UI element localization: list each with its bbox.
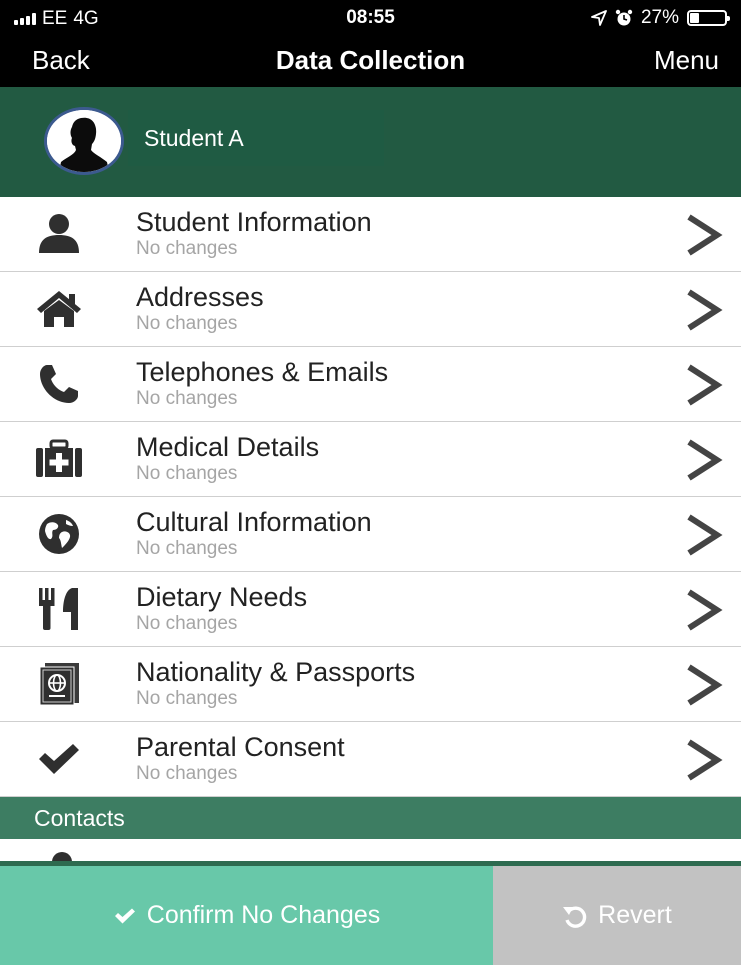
confirm-no-changes-button[interactable]: Confirm No Changes bbox=[0, 866, 493, 965]
student-name: Student A bbox=[144, 125, 244, 151]
list-item-subtitle: No changes bbox=[136, 313, 238, 334]
list-item-title: Parental Consent bbox=[136, 732, 345, 762]
cutlery-icon bbox=[34, 586, 84, 632]
list-item-title: Dietary Needs bbox=[136, 582, 308, 612]
page-title: Data Collection bbox=[275, 45, 466, 75]
phone-screen: EE 4G 08:55 27% Back Data Collection Men… bbox=[0, 0, 741, 965]
battery-percent: 27% bbox=[640, 7, 679, 28]
list-item-addresses[interactable]: Addresses No changes bbox=[0, 272, 741, 347]
battery-icon bbox=[687, 10, 730, 26]
passport-icon bbox=[34, 661, 84, 707]
list-item-title: Cultural Information bbox=[136, 507, 372, 537]
chevron-right-icon bbox=[687, 214, 723, 256]
checkmark-icon bbox=[114, 908, 135, 923]
list-item-title: Telephones & Emails bbox=[136, 357, 389, 387]
home-icon bbox=[34, 286, 84, 332]
person-silhouette-icon bbox=[47, 110, 121, 172]
list-item-subtitle: No changes bbox=[136, 613, 238, 634]
chevron-right-icon bbox=[687, 664, 723, 706]
medical-kit-icon bbox=[34, 436, 84, 482]
list-item-cultural-information[interactable]: Cultural Information No changes bbox=[0, 497, 741, 572]
list-item-subtitle: No changes bbox=[136, 538, 238, 559]
list-item-subtitle: No changes bbox=[136, 388, 238, 409]
user-icon bbox=[34, 211, 84, 257]
location-arrow-icon bbox=[591, 10, 607, 26]
bottom-action-bar: Confirm No Changes Revert bbox=[0, 861, 741, 965]
menu-button[interactable]: Menu bbox=[654, 45, 719, 76]
chevron-right-icon bbox=[687, 739, 723, 781]
list-item-telephones-emails[interactable]: Telephones & Emails No changes bbox=[0, 347, 741, 422]
list-item-title: Student Information bbox=[136, 207, 372, 237]
list-item-title: Addresses bbox=[136, 282, 264, 312]
chevron-right-icon bbox=[687, 589, 723, 631]
list-item-parental-consent[interactable]: Parental Consent No changes bbox=[0, 722, 741, 797]
list-item-title: Nationality & Passports bbox=[136, 657, 416, 687]
nav-bar: Back Data Collection Menu bbox=[0, 38, 741, 87]
undo-icon bbox=[563, 905, 587, 928]
list-item-subtitle: No changes bbox=[136, 688, 238, 709]
list-item-medical-details[interactable]: Medical Details No changes bbox=[0, 422, 741, 497]
list-item-subtitle: No changes bbox=[136, 463, 238, 484]
status-bar: EE 4G 08:55 27% bbox=[0, 0, 741, 38]
list-item-subtitle: No changes bbox=[136, 238, 238, 259]
battery-fill bbox=[690, 13, 699, 23]
sections-list: Student Information No changes Addresses… bbox=[0, 197, 741, 797]
checkmark-icon bbox=[34, 736, 84, 782]
revert-button[interactable]: Revert bbox=[493, 866, 741, 965]
revert-label: Revert bbox=[598, 901, 672, 929]
chevron-right-icon bbox=[687, 364, 723, 406]
phone-icon bbox=[34, 361, 84, 407]
chevron-right-icon bbox=[687, 289, 723, 331]
list-item-title: Medical Details bbox=[136, 432, 320, 462]
student-name-box: Student A bbox=[128, 110, 384, 166]
globe-icon bbox=[34, 511, 84, 557]
user-icon bbox=[52, 852, 72, 861]
avatar[interactable] bbox=[44, 107, 124, 175]
contacts-label: Contacts bbox=[34, 805, 125, 831]
student-header: Student A bbox=[0, 87, 741, 197]
contacts-section-header: Contacts bbox=[0, 797, 741, 839]
status-right: 27% bbox=[591, 7, 730, 29]
chevron-right-icon bbox=[687, 439, 723, 481]
list-item-dietary-needs[interactable]: Dietary Needs No changes bbox=[0, 572, 741, 647]
alarm-icon bbox=[615, 9, 633, 26]
list-item-nationality-passports[interactable]: Nationality & Passports No changes bbox=[0, 647, 741, 722]
list-item-subtitle: No changes bbox=[136, 763, 238, 784]
contacts-list-item-partial[interactable] bbox=[0, 839, 741, 861]
chevron-right-icon bbox=[687, 514, 723, 556]
back-button[interactable]: Back bbox=[32, 45, 90, 76]
list-item-student-information[interactable]: Student Information No changes bbox=[0, 197, 741, 272]
confirm-label: Confirm No Changes bbox=[146, 901, 381, 929]
